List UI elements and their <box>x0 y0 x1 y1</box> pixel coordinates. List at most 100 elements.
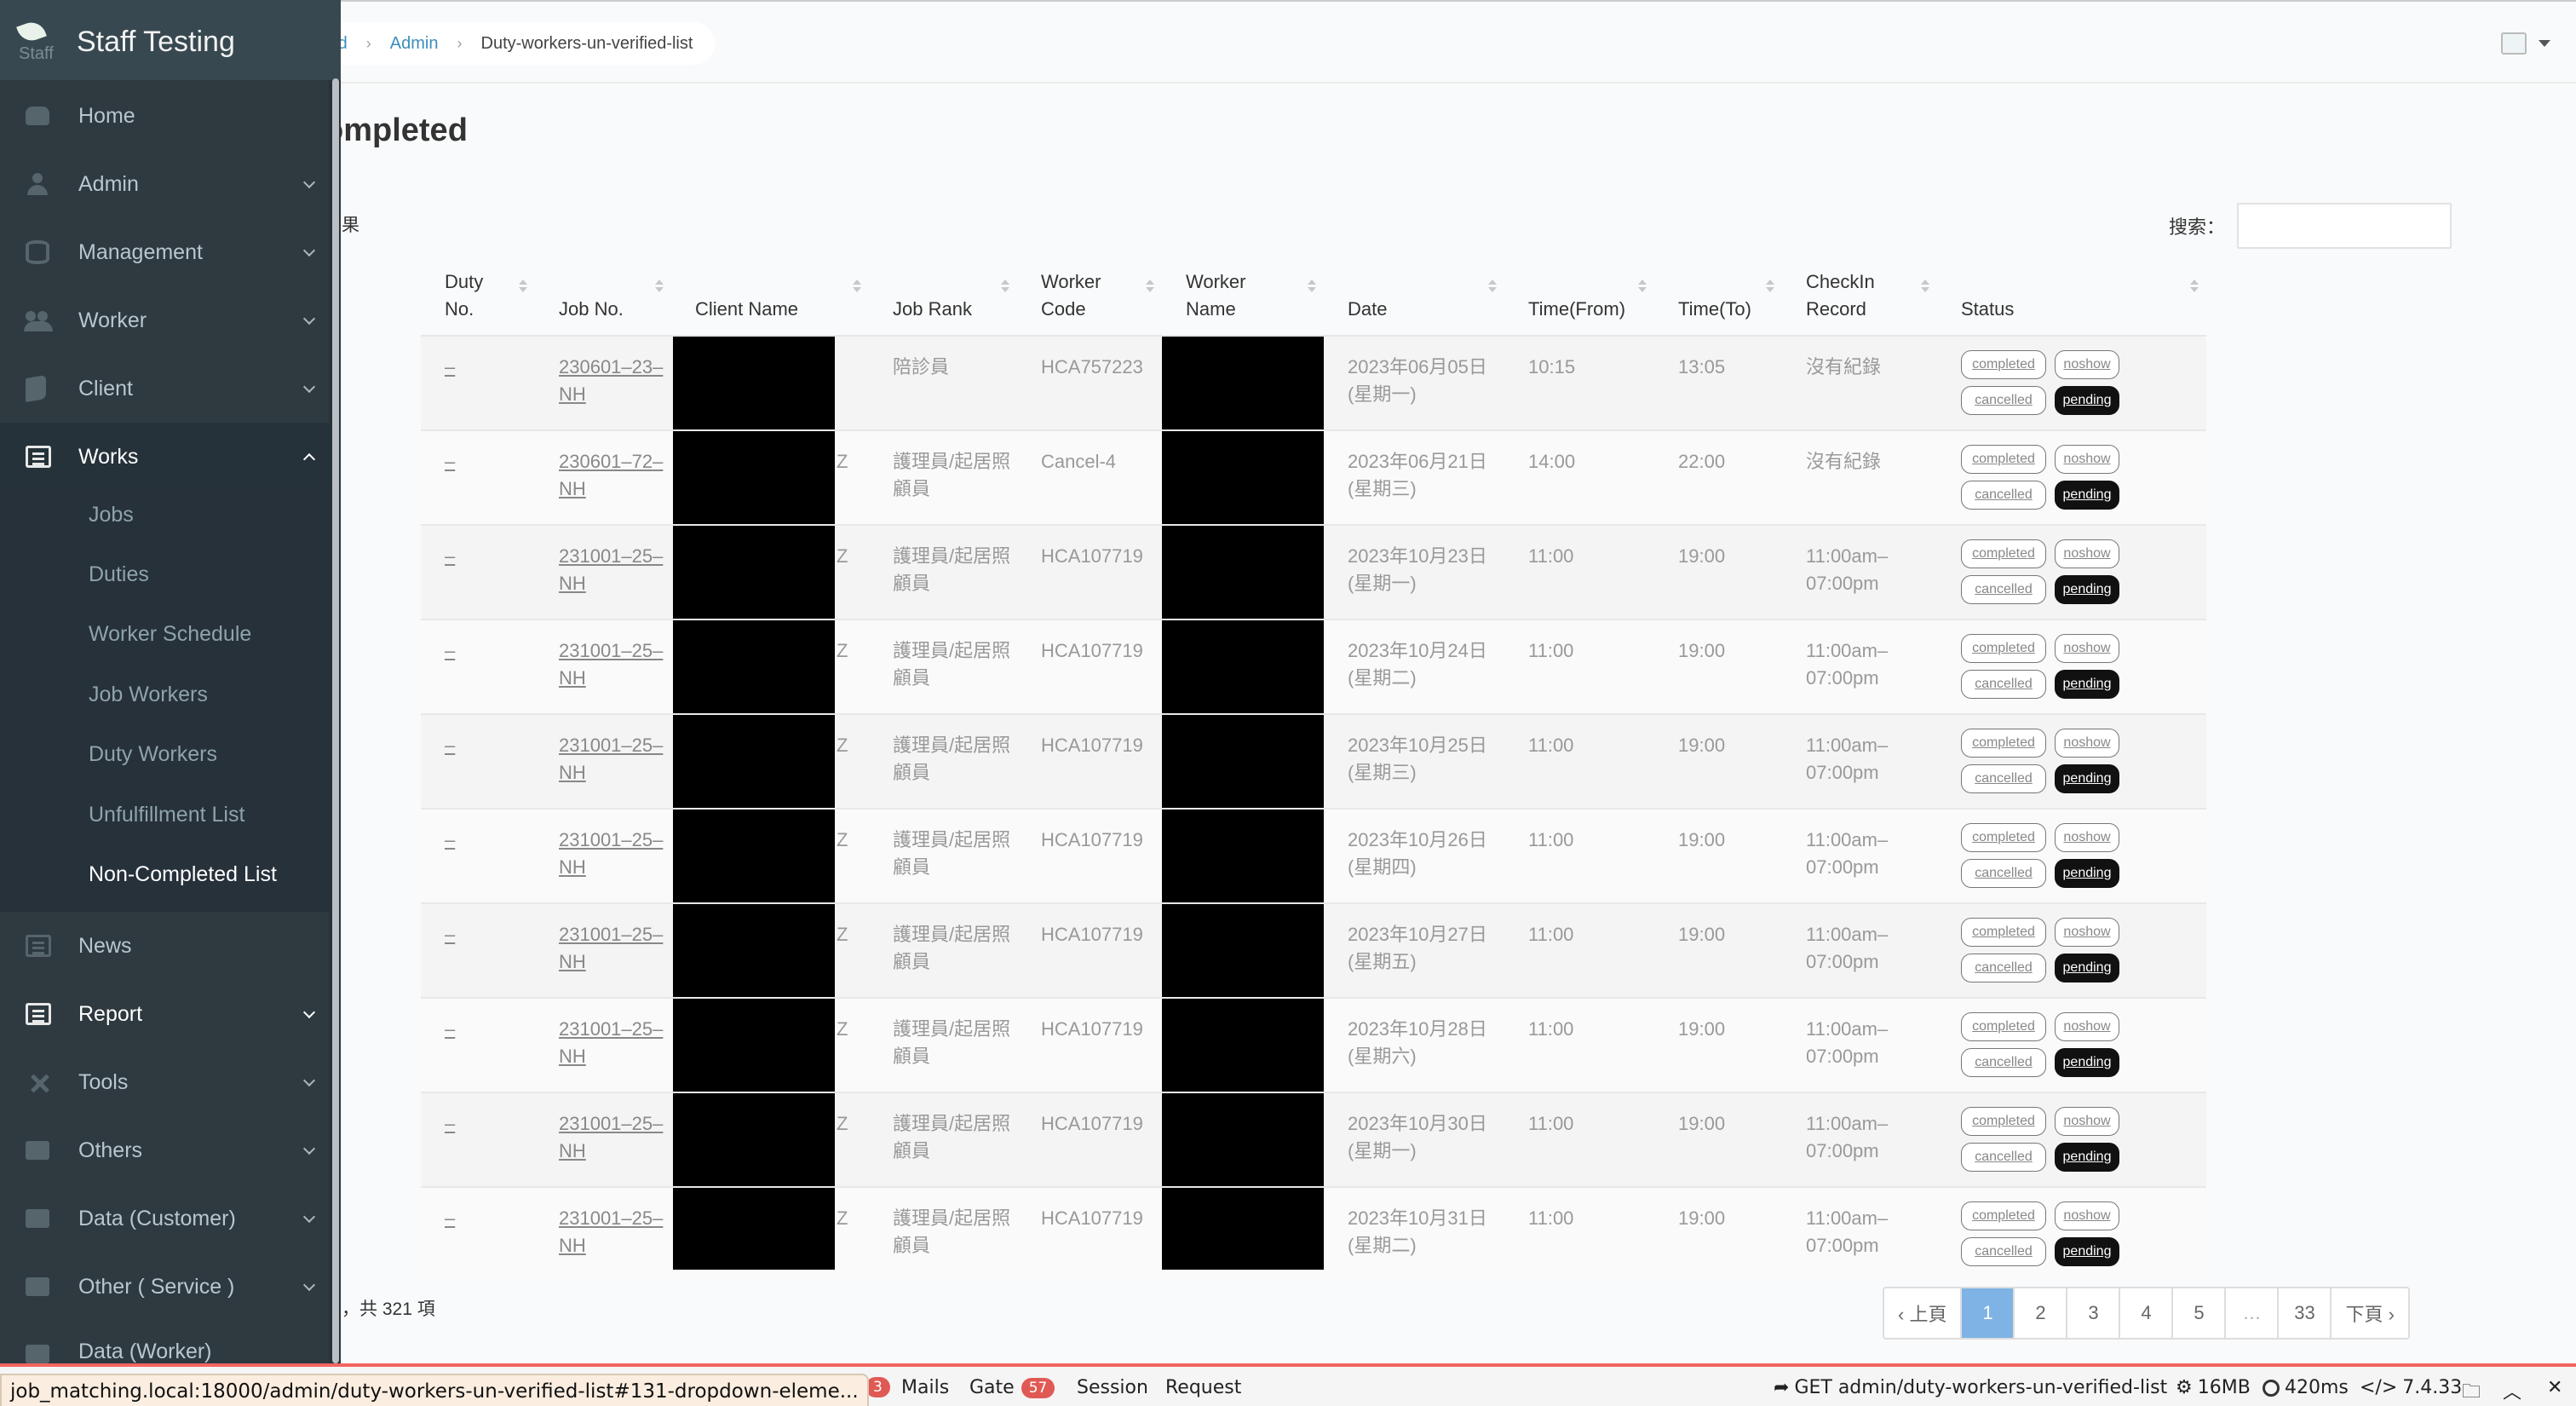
column-header-checkin-record[interactable]: CheckIn Record <box>1782 256 1937 337</box>
sidebar-scrollbar[interactable] <box>332 78 339 1363</box>
sidebar-item-news[interactable]: News <box>0 912 329 980</box>
status-completed-button[interactable]: completed <box>1961 729 2046 758</box>
duty-no-link[interactable]: – <box>445 451 455 472</box>
status-pending-button[interactable]: pending <box>2055 954 2119 982</box>
sidebar-item-management[interactable]: Management <box>0 218 329 286</box>
job-no-link[interactable]: 231001–25– NH <box>559 1016 671 1070</box>
status-noshow-button[interactable]: noshow <box>2055 729 2119 758</box>
avatar[interactable] <box>2501 32 2527 55</box>
status-completed-button[interactable]: completed <box>1961 634 2046 663</box>
job-no-link[interactable]: 231001–25– NH <box>559 543 671 597</box>
duty-no-link[interactable]: – <box>445 735 455 756</box>
duty-no-link[interactable]: – <box>445 356 455 377</box>
status-completed-button[interactable]: completed <box>1961 539 2046 568</box>
pagination-prev-button[interactable]: ‹ 上頁 <box>1884 1288 1960 1338</box>
sidebar-item-others[interactable]: Others <box>0 1116 329 1184</box>
status-noshow-button[interactable]: noshow <box>2055 918 2119 947</box>
submenu-item-duties[interactable]: Duties <box>89 562 149 587</box>
status-pending-button[interactable]: pending <box>2055 670 2119 699</box>
sidebar-item-tools[interactable]: Tools <box>0 1048 329 1116</box>
pagination-page-33[interactable]: 33 <box>2277 1288 2330 1338</box>
sidebar-item-admin[interactable]: Admin <box>0 150 329 218</box>
status-noshow-button[interactable]: noshow <box>2055 823 2119 852</box>
submenu-item-non-completed-list[interactable]: Non-Completed List <box>89 862 277 887</box>
duty-no-link[interactable]: – <box>445 545 455 567</box>
status-pending-button[interactable]: pending <box>2055 575 2119 604</box>
pagination-next-button[interactable]: 下頁 › <box>2330 1288 2407 1338</box>
brand-header[interactable]: Staff Staff Testing <box>0 0 341 80</box>
status-completed-button[interactable]: completed <box>1961 1201 2046 1230</box>
column-header-time-to[interactable]: Time(To) <box>1654 256 1782 337</box>
status-pending-button[interactable]: pending <box>2055 1048 2119 1077</box>
status-cancelled-button[interactable]: cancelled <box>1961 1237 2046 1266</box>
chevron-down-icon[interactable] <box>2539 40 2550 47</box>
debugbar-tab-request[interactable]: Request <box>1165 1377 1241 1398</box>
status-cancelled-button[interactable]: cancelled <box>1961 1143 2046 1172</box>
column-header-date[interactable]: Date <box>1324 256 1504 337</box>
search-input[interactable] <box>2237 203 2452 249</box>
status-pending-button[interactable]: pending <box>2055 386 2119 415</box>
status-noshow-button[interactable]: noshow <box>2055 539 2119 568</box>
submenu-item-job-workers[interactable]: Job Workers <box>89 683 208 707</box>
debugbar-tab-mails[interactable]: Mails <box>901 1377 949 1398</box>
sidebar-item-report[interactable]: Report <box>0 980 329 1048</box>
status-cancelled-button[interactable]: cancelled <box>1961 386 2046 415</box>
status-completed-button[interactable]: completed <box>1961 918 2046 947</box>
status-noshow-button[interactable]: noshow <box>2055 1107 2119 1136</box>
status-completed-button[interactable]: completed <box>1961 445 2046 474</box>
status-pending-button[interactable]: pending <box>2055 764 2119 793</box>
column-header-job-no[interactable]: Job No. <box>535 256 671 337</box>
status-noshow-button[interactable]: noshow <box>2055 350 2119 379</box>
status-completed-button[interactable]: completed <box>1961 823 2046 852</box>
submenu-item-jobs[interactable]: Jobs <box>89 503 134 527</box>
debugbar-route[interactable]: ➦ GET admin/duty-workers-un-verified-lis… <box>1774 1377 2167 1398</box>
status-pending-button[interactable]: pending <box>2055 1237 2119 1266</box>
duty-no-link[interactable]: – <box>445 829 455 850</box>
status-noshow-button[interactable]: noshow <box>2055 1201 2119 1230</box>
debugbar-php-version[interactable]: </> 7.4.33 <box>2360 1377 2462 1398</box>
submenu-item-duty-workers[interactable]: Duty Workers <box>89 742 217 767</box>
duty-no-link[interactable]: – <box>445 1207 455 1229</box>
status-cancelled-button[interactable]: cancelled <box>1961 1048 2046 1077</box>
status-completed-button[interactable]: completed <box>1961 1107 2046 1136</box>
chevron-up-icon[interactable]: ︿ <box>2503 1377 2521 1404</box>
user-menu[interactable] <box>2501 32 2550 55</box>
debugbar-tab-session[interactable]: Session <box>1077 1377 1148 1398</box>
status-completed-button[interactable]: completed <box>1961 350 2046 379</box>
sidebar-item-data-worker[interactable]: Data (Worker) <box>0 1321 329 1363</box>
job-no-link[interactable]: 230601–72– NH <box>559 448 671 503</box>
job-no-link[interactable]: 231001–25– NH <box>559 921 671 976</box>
job-no-link[interactable]: 231001–25– NH <box>559 827 671 881</box>
status-cancelled-button[interactable]: cancelled <box>1961 954 2046 982</box>
folder-icon[interactable]: 🗀 <box>2462 1377 2481 1406</box>
pagination-page-3[interactable]: 3 <box>2066 1288 2119 1338</box>
job-no-link[interactable]: 231001–25– NH <box>559 1110 671 1165</box>
duty-no-link[interactable]: – <box>445 1018 455 1040</box>
status-cancelled-button[interactable]: cancelled <box>1961 575 2046 604</box>
column-header-job-rank[interactable]: Job Rank <box>869 256 1017 337</box>
job-no-link[interactable]: 231001–25– NH <box>559 1205 671 1259</box>
job-no-link[interactable]: 230601–23– NH <box>559 354 671 408</box>
status-noshow-button[interactable]: noshow <box>2055 634 2119 663</box>
sidebar-item-worker[interactable]: Worker <box>0 286 329 354</box>
sidebar-item-data-customer[interactable]: Data (Customer) <box>0 1184 329 1253</box>
pagination-page-2[interactable]: 2 <box>2013 1288 2066 1338</box>
status-noshow-button[interactable]: noshow <box>2055 445 2119 474</box>
status-pending-button[interactable]: pending <box>2055 481 2119 510</box>
debugbar-memory[interactable]: ⚙ 16MB <box>2176 1377 2251 1398</box>
debugbar-tab-gate[interactable]: Gate 57 <box>969 1377 1055 1398</box>
status-cancelled-button[interactable]: cancelled <box>1961 670 2046 699</box>
status-noshow-button[interactable]: noshow <box>2055 1012 2119 1041</box>
status-cancelled-button[interactable]: cancelled <box>1961 764 2046 793</box>
status-cancelled-button[interactable]: cancelled <box>1961 481 2046 510</box>
pagination-page-1[interactable]: 1 <box>1960 1288 2014 1338</box>
job-no-link[interactable]: 231001–25– NH <box>559 637 671 692</box>
status-pending-button[interactable]: pending <box>2055 1143 2119 1172</box>
sidebar-item-home[interactable]: Home <box>0 82 329 150</box>
sidebar-item-works[interactable]: Works <box>0 423 329 491</box>
status-pending-button[interactable]: pending <box>2055 859 2119 888</box>
column-header-duty-no[interactable]: Duty No. <box>421 256 535 337</box>
sidebar-item-client[interactable]: Client <box>0 354 329 423</box>
duty-no-link[interactable]: – <box>445 924 455 945</box>
column-header-status[interactable]: Status <box>1937 256 2206 337</box>
